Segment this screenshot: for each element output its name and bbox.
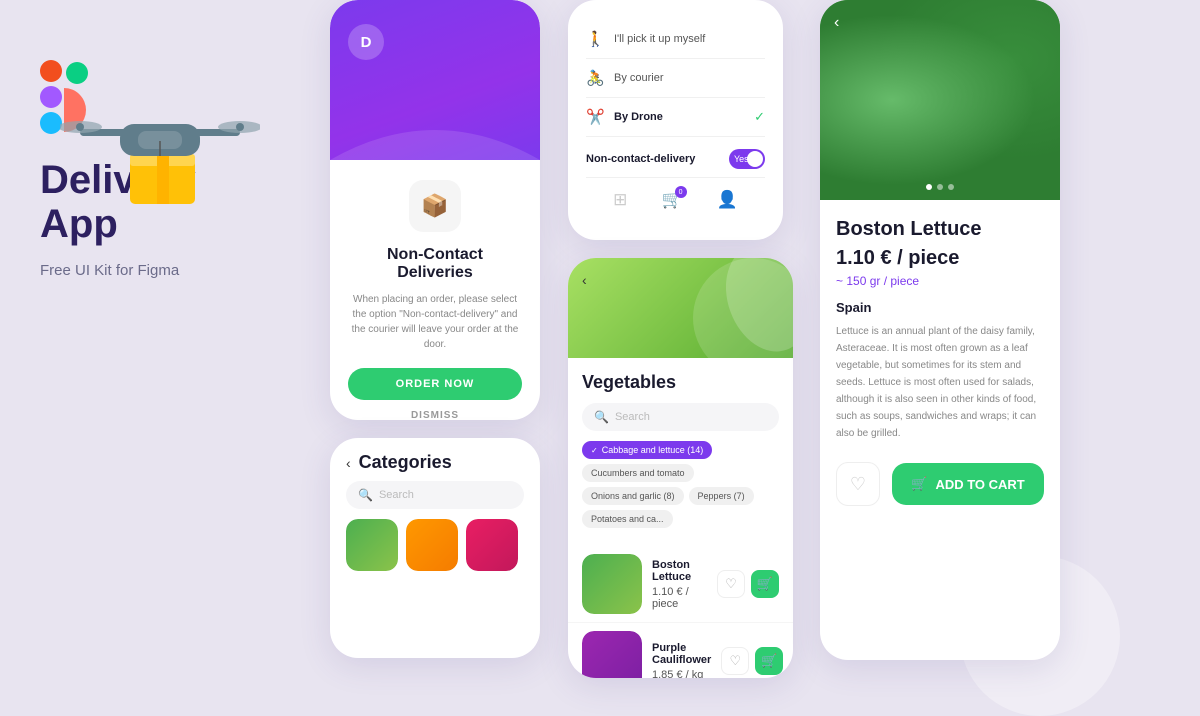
- delivery-card-title: Non-Contact Deliveries: [348, 246, 522, 282]
- figma-dot-red: [40, 60, 62, 82]
- delivery-logo: D: [348, 24, 384, 60]
- toggle-label: Non-contact-delivery: [586, 153, 719, 165]
- product-favorite-button[interactable]: ♡: [836, 462, 880, 506]
- nav-grid-icon[interactable]: ⊞: [613, 190, 627, 210]
- boston-lettuce-name: Boston Lettuce: [652, 559, 707, 583]
- add-to-cart-button[interactable]: 🛒 ADD TO CART: [892, 463, 1044, 505]
- dismiss-link[interactable]: DISMISS: [411, 410, 459, 420]
- category-item-2[interactable]: [406, 519, 458, 571]
- veg-search-placeholder: Search: [615, 411, 650, 423]
- product-dot-1: [926, 184, 932, 190]
- category-item-1[interactable]: [346, 519, 398, 571]
- tag-cabbage-lettuce[interactable]: Cabbage and lettuce (14): [582, 441, 712, 459]
- nav-cart-icon[interactable]: 🛒 0: [661, 190, 682, 210]
- veg-search-icon: 🔍: [594, 410, 609, 424]
- product-image-dots: [926, 184, 954, 190]
- card-product-detail: ‹ Boston Lettuce 1.10 € / piece ~ 150 gr…: [820, 0, 1060, 660]
- figma-dot-blue: [40, 112, 62, 134]
- nav-profile-icon[interactable]: 👤: [717, 190, 738, 210]
- categories-search-placeholder: Search: [379, 489, 414, 501]
- vegetables-content: Vegetables 🔍 Search Cabbage and lettuce …: [568, 358, 793, 546]
- pickup-label: I'll pick it up myself: [614, 33, 765, 45]
- product-origin: Spain: [836, 300, 1044, 315]
- option-pickup: 🚶 I'll pick it up myself: [586, 20, 765, 59]
- product-detail-body: Boston Lettuce 1.10 € / piece ~ 150 gr /…: [820, 200, 1060, 524]
- category-item-3[interactable]: [466, 519, 518, 571]
- branding-section: Delivery App Free UI Kit for Figma: [40, 60, 260, 279]
- purple-cauliflower-cart-button[interactable]: 🛒: [755, 647, 783, 675]
- boston-lettuce-image: [582, 554, 642, 614]
- drone-icon: ✂️: [586, 108, 604, 126]
- purple-cauliflower-actions: ♡ 🛒: [721, 647, 783, 675]
- purple-cauliflower-price: 1.85 € / kg: [652, 669, 711, 679]
- purple-cauliflower-name: Purple Cauliflower: [652, 642, 711, 666]
- categories-back-button[interactable]: ‹: [346, 455, 351, 471]
- categories-search-bar[interactable]: 🔍 Search: [346, 481, 524, 509]
- categories-search-icon: 🔍: [358, 488, 373, 502]
- non-contact-toggle[interactable]: Yes: [729, 149, 765, 169]
- product-leaves-bg: [820, 0, 1060, 200]
- drone-label: By Drone: [614, 111, 744, 123]
- product-name: Boston Lettuce: [836, 218, 1044, 241]
- card-delivery-body: 📦 Non-Contact Deliveries When placing an…: [330, 160, 540, 420]
- product-description: Lettuce is an annual plant of the daisy …: [836, 323, 1044, 442]
- vegetables-back-button[interactable]: ‹: [582, 272, 587, 288]
- bottom-navigation: ⊞ 🛒 0 👤: [586, 177, 765, 216]
- pickup-icon: 🚶: [586, 30, 604, 48]
- product-action-buttons: ♡ 🛒 ADD TO CART: [836, 462, 1044, 506]
- categories-title: Categories: [359, 452, 452, 473]
- boston-lettuce-cart-button[interactable]: 🛒: [751, 570, 779, 598]
- card-header-purple: D: [330, 0, 540, 160]
- app-subtitle: Free UI Kit for Figma: [40, 262, 260, 279]
- card-vegetables: ‹ Vegetables 🔍 Search Cabbage and lettuc…: [568, 258, 793, 678]
- categories-items: [330, 519, 540, 571]
- vegetable-tags: Cabbage and lettuce (14) Cucumbers and t…: [582, 441, 779, 528]
- product-hero-image: ‹: [820, 0, 1060, 200]
- boston-lettuce-fav-button[interactable]: ♡: [717, 570, 745, 598]
- tag-onions[interactable]: Onions and garlic (8): [582, 487, 684, 505]
- package-icon: 📦: [421, 193, 448, 219]
- courier-label: By courier: [614, 72, 765, 84]
- card-categories: ‹ Categories 🔍 Search: [330, 438, 540, 658]
- heart-icon: ♡: [850, 474, 866, 495]
- tag-potatoes[interactable]: Potatoes and ca...: [582, 510, 673, 528]
- option-check-icon: ✓: [754, 109, 765, 125]
- cart-badge: 0: [675, 186, 687, 198]
- courier-icon: 🚴: [586, 69, 604, 87]
- tag-peppers[interactable]: Peppers (7): [689, 487, 754, 505]
- package-icon-box: 📦: [409, 180, 461, 232]
- purple-cauliflower-image: [582, 631, 642, 678]
- vegetables-title: Vegetables: [582, 372, 779, 393]
- card-delivery-options: 🚶 I'll pick it up myself 🚴 By courier ✂️…: [568, 0, 783, 240]
- boston-lettuce-price: 1.10 € / piece: [652, 586, 707, 610]
- cart-icon: 🛒: [911, 476, 927, 492]
- vegetables-search-bar[interactable]: 🔍 Search: [582, 403, 779, 431]
- product-item-boston-lettuce: Boston Lettuce 1.10 € / piece ♡ 🛒: [568, 546, 793, 623]
- product-weight: ~ 150 gr / piece: [836, 274, 1044, 288]
- purple-cauliflower-fav-button[interactable]: ♡: [721, 647, 749, 675]
- product-dot-3: [948, 184, 954, 190]
- tag-cucumbers[interactable]: Cucumbers and tomato: [582, 464, 694, 482]
- delivery-card-desc: When placing an order, please select the…: [348, 292, 522, 352]
- product-dot-2: [937, 184, 943, 190]
- product-item-purple-cauliflower: Purple Cauliflower 1.85 € / kg ♡ 🛒: [568, 623, 793, 678]
- non-contact-toggle-row: Non-contact-delivery Yes: [586, 137, 765, 169]
- option-courier: 🚴 By courier: [586, 59, 765, 98]
- purple-cauliflower-info: Purple Cauliflower 1.85 € / kg: [652, 642, 711, 679]
- card-non-contact-delivery: D 📦 Non-Contact Deliveries When placing …: [330, 0, 540, 420]
- product-price: 1.10 € / piece: [836, 247, 1044, 270]
- product-detail-back-button[interactable]: ‹: [834, 14, 839, 32]
- toggle-knob: [747, 151, 763, 167]
- vegetables-header-image: ‹: [568, 258, 793, 358]
- boston-lettuce-actions: ♡ 🛒: [717, 570, 779, 598]
- option-drone[interactable]: ✂️ By Drone ✓: [586, 98, 765, 137]
- drone-illustration: [60, 59, 260, 219]
- figma-dot-purple: [40, 86, 62, 108]
- categories-header: ‹ Categories: [330, 438, 540, 481]
- boston-lettuce-info: Boston Lettuce 1.10 € / piece: [652, 559, 707, 610]
- order-now-button[interactable]: ORDER NOW: [348, 368, 522, 400]
